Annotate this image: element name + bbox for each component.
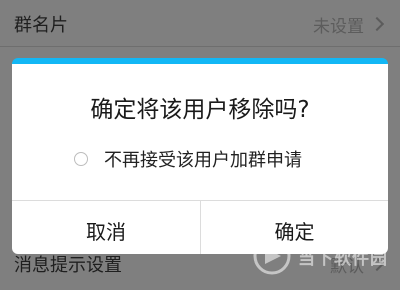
cancel-button[interactable]: 取消 <box>12 201 200 254</box>
dialog-title: 确定将该用户移除吗? <box>90 97 310 123</box>
watermark-text: 当下软件园 <box>298 248 388 269</box>
reject-join-requests-label: 不再接受该用户加群申请 <box>104 150 302 171</box>
radio-unchecked-icon[interactable] <box>74 152 88 166</box>
group-card-value-text: 未设置 <box>313 16 364 37</box>
group-card-label: 群名片 <box>14 15 68 36</box>
message-notification-label: 消息提示设置 <box>14 255 122 276</box>
group-card-row[interactable]: 群名片 未设置 <box>0 0 400 48</box>
chevron-right-icon <box>369 16 385 32</box>
watermark: 当下软件园 <box>252 236 388 276</box>
row-divider <box>0 46 400 47</box>
group-card-value: 未设置 <box>313 12 386 37</box>
reject-join-requests-option[interactable]: 不再接受该用户加群申请 <box>74 146 302 172</box>
remove-user-dialog: 确定将该用户移除吗? 不再接受该用户加群申请 取消 确定 <box>12 58 388 254</box>
site-logo-icon <box>253 237 291 275</box>
